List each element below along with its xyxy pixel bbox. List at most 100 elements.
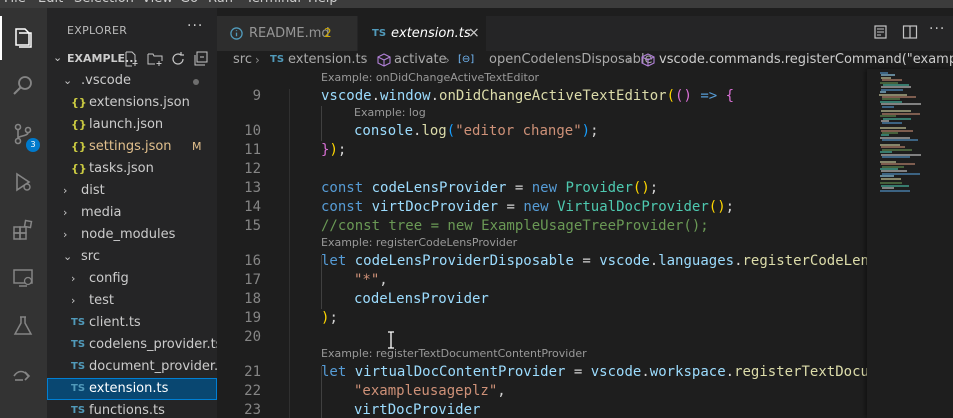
- code-line: vscode.window.onDidChangeActiveTextEdito…: [321, 88, 735, 104]
- tree-folder[interactable]: › config: [47, 268, 217, 290]
- line-number: 9: [252, 88, 261, 104]
- breadcrumb-item[interactable]: vscode.commands.registerCommand("example…: [659, 51, 953, 69]
- code-line: codeLensProvider: [354, 291, 489, 307]
- tree-file[interactable]: {} launch.json: [47, 114, 217, 136]
- tree-folder[interactable]: › dist: [47, 180, 217, 202]
- activity-remote[interactable]: [0, 352, 47, 396]
- minimap-line: [882, 139, 918, 142]
- activity-run-debug[interactable]: [0, 160, 47, 204]
- activity-explorer[interactable]: [0, 16, 47, 60]
- minimap-line: [881, 177, 901, 180]
- indent-guide: [321, 274, 322, 309]
- tree-folder[interactable]: › media: [47, 202, 217, 224]
- json-file-icon: {}: [71, 140, 87, 153]
- codelens[interactable]: Example: registerCodeLensProvider: [321, 236, 517, 250]
- line-number: 11: [244, 142, 261, 158]
- tree-item-label: tasks.json: [89, 161, 154, 176]
- tree-folder[interactable]: ⌄ .vscode: [47, 70, 217, 92]
- more-actions-icon[interactable]: ···: [929, 21, 945, 37]
- codelens[interactable]: Example: log: [354, 106, 426, 120]
- tree-file[interactable]: TS client.ts: [47, 312, 217, 334]
- tree-file[interactable]: TS codelens_provider.ts: [47, 334, 217, 356]
- code-line: let virtualDocContentProvider = vscode.w…: [321, 364, 867, 380]
- tab-readme[interactable]: README.md 2: [217, 16, 357, 51]
- menu-item[interactable]: Run: [208, 0, 233, 6]
- tree-folder[interactable]: › node_modules: [47, 224, 217, 246]
- tree-item-label: document_provider....: [89, 359, 217, 374]
- codelens[interactable]: Example: onDidChangeActiveTextEditor: [321, 71, 539, 85]
- tree-item-label: src: [81, 249, 100, 264]
- tree-item-label: functions.ts: [89, 403, 165, 418]
- typescript-file-icon: TS: [71, 339, 86, 350]
- minimap-line: [880, 189, 910, 192]
- activity-remote-explorer[interactable]: [0, 256, 47, 300]
- new-file-icon[interactable]: [123, 51, 139, 67]
- chevron-right-icon: ›: [445, 53, 450, 67]
- line-number: 23: [244, 402, 261, 418]
- menu-item[interactable]: Terminal: [246, 0, 301, 6]
- menu-item[interactable]: View: [142, 0, 173, 6]
- code-line: const codeLensProvider = new Provider();: [321, 180, 659, 196]
- breadcrumb: src › TS extension.ts › activate › [⊖] o…: [217, 51, 953, 69]
- breadcrumb-item[interactable]: activate: [394, 51, 447, 69]
- tree-file[interactable]: TS extension.ts: [47, 378, 217, 400]
- activity-source-control[interactable]: 3: [0, 112, 47, 156]
- refresh-icon[interactable]: [170, 51, 186, 67]
- code-editor[interactable]: Example: onDidChangeActiveTextEditor 9 vsc…: [217, 69, 867, 418]
- line-number: 22: [244, 383, 261, 399]
- activity-search[interactable]: [0, 64, 47, 108]
- tree-item-label: .vscode: [81, 73, 131, 88]
- line-number: 18: [244, 291, 261, 307]
- minimap[interactable]: [867, 69, 953, 418]
- tree-file[interactable]: {} settings.json M: [47, 136, 217, 158]
- method-cube-icon: [377, 53, 391, 67]
- json-file-icon: {}: [71, 96, 87, 109]
- menu-item[interactable]: Go: [180, 0, 198, 6]
- breadcrumb-item[interactable]: extension.ts: [288, 51, 367, 69]
- tree-folder[interactable]: › test: [47, 290, 217, 312]
- activity-testing[interactable]: [0, 304, 47, 348]
- tree-file[interactable]: TS document_provider....: [47, 356, 217, 378]
- line-number: 13: [244, 180, 261, 196]
- typescript-file-icon: TS: [71, 405, 86, 416]
- code-line: console.log("editor change");: [354, 123, 599, 139]
- codelens[interactable]: Example: registerTextDocumentContentProv…: [321, 347, 587, 361]
- new-folder-icon[interactable]: [147, 51, 163, 67]
- code-line: );: [321, 310, 338, 326]
- tree-file[interactable]: {} tasks.json: [47, 158, 217, 180]
- menu-bar: File Edit Selection View Go Run Terminal Help: [0, 0, 953, 8]
- line-number: 19: [244, 310, 261, 326]
- workspace-folder-header[interactable]: ⌄ EXAMPLE...: [47, 48, 217, 70]
- tree-item-label: client.ts: [89, 315, 141, 330]
- chevron-right-icon: ›: [63, 228, 68, 241]
- debug-icon: [16, 172, 31, 192]
- tree-item-label: media: [81, 205, 122, 220]
- tree-item-label: codelens_provider.ts: [89, 337, 217, 352]
- chevron-down-icon: ⌄: [63, 250, 73, 263]
- text-cursor-icon: [388, 331, 394, 349]
- chevron-right-icon: ›: [71, 294, 76, 307]
- tab-extension-ts[interactable]: TS extension.ts ×: [358, 16, 486, 51]
- menu-item[interactable]: Edit: [38, 0, 63, 6]
- menu-item[interactable]: Selection: [74, 0, 134, 6]
- search-icon: [13, 76, 32, 95]
- breadcrumb-item[interactable]: src: [233, 51, 252, 69]
- activity-extensions[interactable]: [0, 208, 47, 252]
- menu-item[interactable]: File: [4, 0, 26, 6]
- code-line: "*",: [354, 272, 388, 288]
- info-icon: [230, 27, 243, 40]
- open-preview-icon[interactable]: [873, 24, 889, 40]
- menu-item[interactable]: Help: [308, 0, 338, 6]
- typescript-file-icon: TS: [71, 317, 86, 328]
- tree-item-label: launch.json: [89, 117, 164, 132]
- split-editor-icon[interactable]: [902, 24, 918, 40]
- close-icon[interactable]: ×: [468, 16, 480, 51]
- collapse-all-icon[interactable]: [193, 51, 209, 67]
- vscode-window: File Edit Selection View Go Run Terminal Help 3: [0, 0, 953, 418]
- code-line: });: [321, 142, 347, 158]
- tree-file[interactable]: {} extensions.json: [47, 92, 217, 114]
- tree-folder[interactable]: ⌄ src: [47, 246, 217, 268]
- explorer-more-actions[interactable]: ···: [187, 18, 203, 34]
- tree-file[interactable]: TS functions.ts: [47, 400, 217, 418]
- chevron-right-icon: ›: [71, 272, 76, 285]
